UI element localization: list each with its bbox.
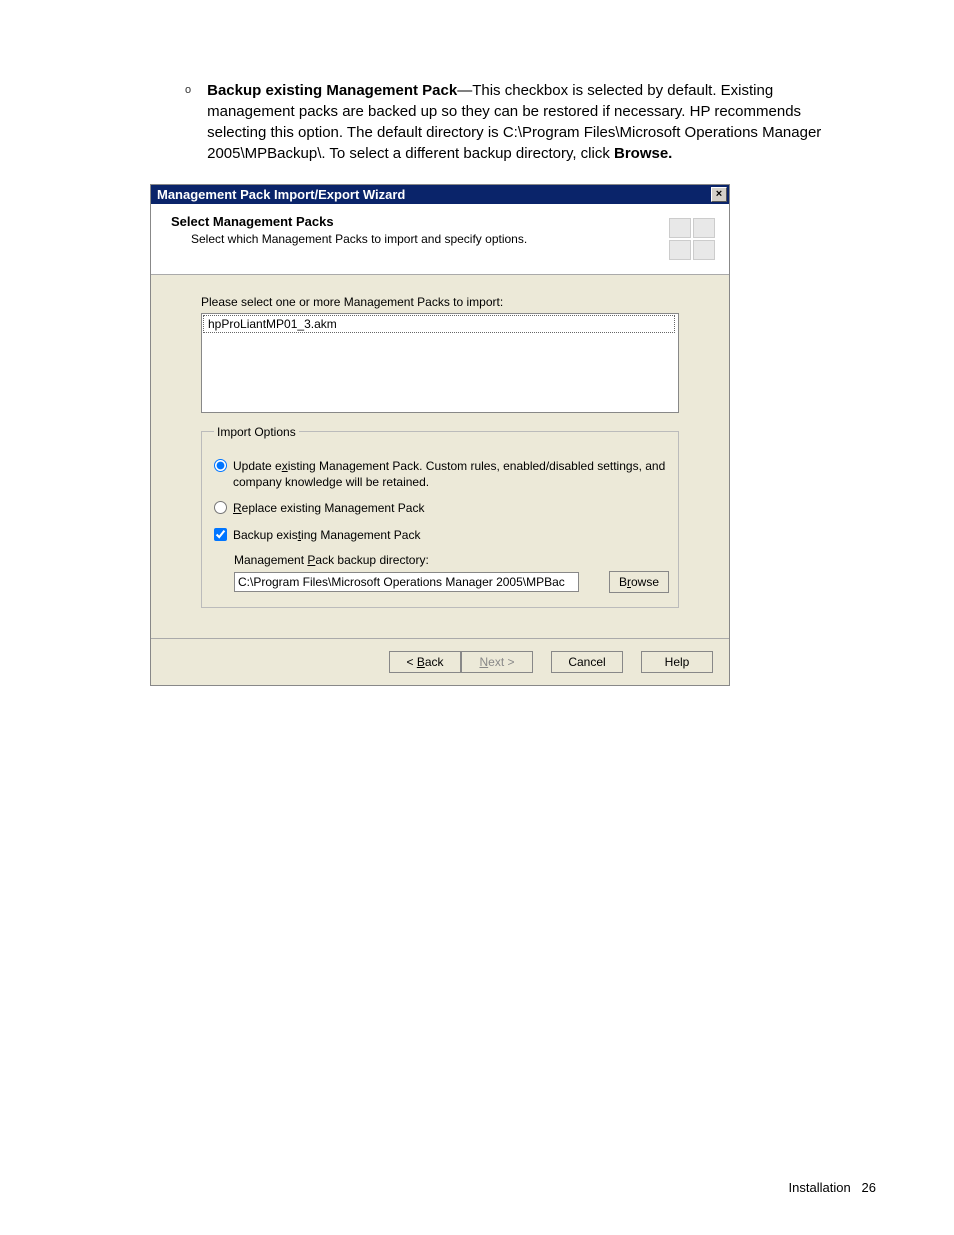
next-button[interactable]: Next > [461,651,533,673]
radio-replace[interactable] [214,501,227,514]
list-prompt: Please select one or more Management Pac… [201,295,679,309]
wizard-dialog: Management Pack Import/Export Wizard × S… [150,184,730,686]
radio-replace-label: Replace existing Management Pack [233,500,666,516]
check-backup-label: Backup existing Management Pack [233,527,666,543]
list-item[interactable]: hpProLiantMP01_3.akm [203,315,675,333]
titlebar[interactable]: Management Pack Import/Export Wizard × [151,185,729,204]
cancel-button[interactable]: Cancel [551,651,623,673]
bullet-text: Backup existing Management Pack—This che… [207,80,844,164]
wizard-body: Please select one or more Management Pac… [151,275,729,638]
browse-button[interactable]: Browse [609,571,669,593]
wizard-header: Select Management Packs Select which Man… [151,204,729,275]
check-backup[interactable] [214,528,227,541]
radio-replace-row[interactable]: Replace existing Management Pack [214,500,666,516]
bullet-item: o Backup existing Management Pack—This c… [185,80,884,164]
header-subtitle: Select which Management Packs to import … [191,232,527,246]
help-button[interactable]: Help [641,651,713,673]
window-title: Management Pack Import/Export Wizard [157,187,405,202]
backup-dir-input[interactable] [234,572,579,592]
close-icon: × [716,189,722,200]
radio-update[interactable] [214,459,227,472]
button-bar: < Back Next > Cancel Help [151,638,729,685]
page-footer: Installation 26 [789,1180,876,1195]
check-backup-row[interactable]: Backup existing Management Pack [214,527,666,543]
management-pack-listbox[interactable]: hpProLiantMP01_3.akm [201,313,679,413]
backup-dir-label: Management Pack backup directory: [234,553,666,567]
bullet-tail-bold: Browse. [614,145,672,162]
footer-page: 26 [862,1180,876,1195]
wizard-icon [669,218,715,260]
radio-update-row[interactable]: Update existing Management Pack. Custom … [214,458,666,490]
fieldset-legend: Import Options [214,425,299,439]
close-button[interactable]: × [711,187,727,202]
header-title: Select Management Packs [171,214,527,229]
bullet-bold: Backup existing Management Pack [207,82,457,99]
import-options-group: Import Options Update existing Managemen… [201,431,679,608]
bullet-marker: o [185,84,191,164]
footer-section: Installation [789,1180,851,1195]
radio-update-label: Update existing Management Pack. Custom … [233,458,666,490]
back-button[interactable]: < Back [389,651,461,673]
